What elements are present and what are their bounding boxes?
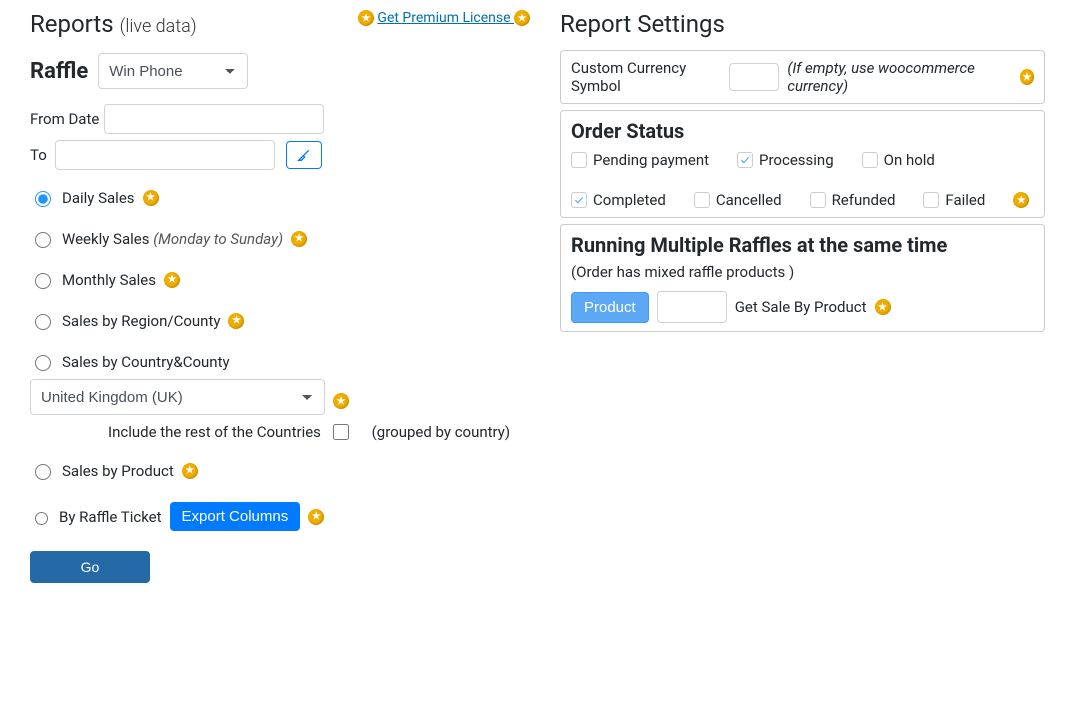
- raffle-select[interactable]: Win Phone: [98, 53, 248, 89]
- product-button[interactable]: Product: [571, 292, 649, 323]
- chk-pending[interactable]: [571, 152, 587, 168]
- lbl-refunded: Refunded: [832, 191, 896, 209]
- broom-icon: [296, 147, 312, 163]
- label-ticket: By Raffle Ticket: [59, 508, 162, 526]
- label-country: Sales by Country&County: [62, 353, 230, 371]
- label-region: Sales by Region/County: [62, 312, 220, 330]
- radio-country[interactable]: [35, 355, 51, 371]
- premium-icon: ★: [164, 272, 180, 288]
- chk-onhold[interactable]: [862, 152, 878, 168]
- include-rest-checkbox[interactable]: [333, 424, 349, 440]
- premium-icon: ★: [143, 190, 159, 206]
- radio-region[interactable]: [35, 314, 51, 330]
- to-date-label: To: [30, 146, 50, 164]
- premium-icon: ★: [1013, 192, 1029, 208]
- lbl-pending: Pending payment: [593, 151, 709, 169]
- settings-title: Report Settings: [560, 10, 1045, 38]
- currency-label: Custom Currency Symbol: [571, 59, 721, 95]
- lbl-cancelled: Cancelled: [716, 191, 782, 209]
- order-status-title: Order Status: [571, 119, 1034, 143]
- go-button[interactable]: Go: [30, 551, 150, 583]
- premium-icon: ★: [358, 10, 374, 26]
- chk-refunded[interactable]: [810, 192, 826, 208]
- clear-date-button[interactable]: [286, 141, 322, 169]
- radio-ticket[interactable]: [35, 512, 48, 525]
- chk-failed[interactable]: [923, 192, 939, 208]
- premium-link[interactable]: Get Premium License: [377, 10, 514, 26]
- premium-icon: ★: [228, 313, 244, 329]
- reports-title-text: Reports: [30, 10, 114, 38]
- premium-icon: ★: [291, 231, 307, 247]
- from-date-input[interactable]: [104, 104, 324, 134]
- chk-cancelled[interactable]: [694, 192, 710, 208]
- lbl-completed: Completed: [593, 191, 666, 209]
- label-weekly: Weekly Sales (Monday to Sunday): [62, 230, 283, 248]
- grouped-by-label: (grouped by country): [372, 423, 510, 441]
- lbl-processing: Processing: [759, 151, 834, 169]
- from-date-label: From Date: [30, 110, 99, 128]
- chk-completed[interactable]: [571, 192, 587, 208]
- premium-icon: ★: [514, 10, 530, 26]
- include-rest-label: Include the rest of the Countries: [108, 423, 321, 441]
- premium-icon: ★: [182, 463, 198, 479]
- raffle-label: Raffle: [30, 59, 88, 84]
- premium-icon: ★: [333, 393, 349, 409]
- currency-hint: (If empty, use woocommerce currency): [787, 59, 1011, 95]
- radio-weekly[interactable]: [35, 232, 51, 248]
- premium-icon: ★: [308, 509, 324, 525]
- multi-title: Running Multiple Raffles at the same tim…: [571, 233, 1034, 257]
- reports-sub: (live data): [120, 16, 197, 37]
- lbl-onhold: On hold: [884, 151, 935, 169]
- lbl-failed: Failed: [945, 191, 985, 209]
- premium-icon: ★: [875, 299, 891, 315]
- export-columns-button[interactable]: Export Columns: [170, 502, 301, 531]
- reports-title: Reports (live data): [30, 10, 197, 38]
- multi-hint: (Order has mixed raffle products ): [571, 263, 1034, 281]
- label-product: Sales by Product: [62, 462, 174, 480]
- radio-daily[interactable]: [35, 191, 51, 207]
- radio-monthly[interactable]: [35, 273, 51, 289]
- chk-processing[interactable]: [737, 152, 753, 168]
- radio-product[interactable]: [35, 464, 51, 480]
- premium-icon: ★: [1020, 69, 1034, 85]
- label-monthly: Monthly Sales: [62, 271, 156, 289]
- product-input[interactable]: [657, 291, 727, 323]
- label-daily: Daily Sales: [62, 189, 135, 207]
- country-select[interactable]: United Kingdom (UK): [30, 379, 325, 415]
- to-date-input[interactable]: [55, 140, 275, 170]
- get-sale-label: Get Sale By Product: [735, 298, 867, 316]
- currency-input[interactable]: [729, 63, 779, 91]
